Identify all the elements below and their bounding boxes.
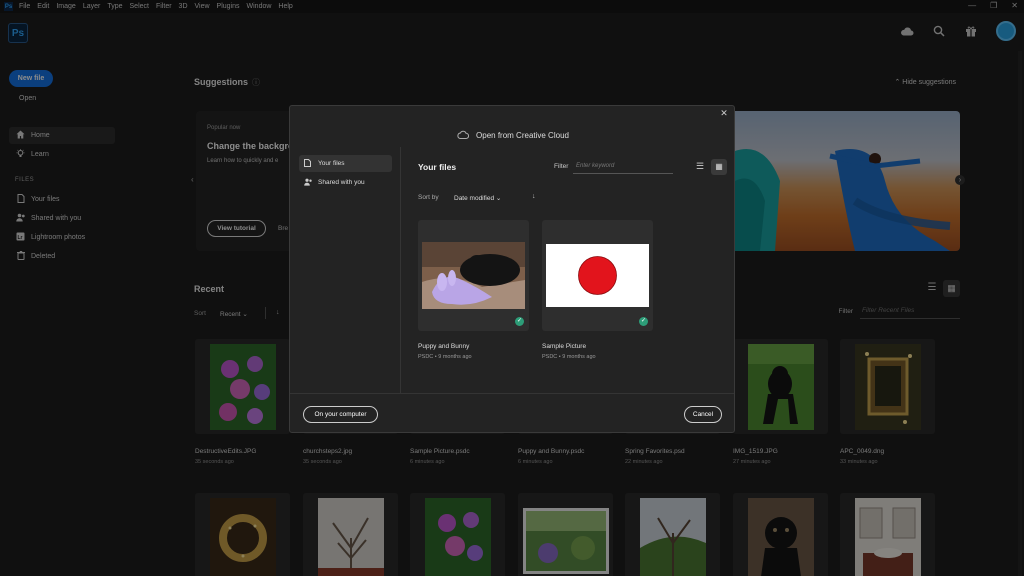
on-your-computer-button[interactable]: On your computer: [303, 406, 378, 423]
dialog-filter-input[interactable]: Enter keyword: [573, 159, 673, 174]
dialog-sort-dropdown[interactable]: Date modified ⌄: [454, 194, 501, 202]
sort-direction-icon[interactable]: ↓: [532, 193, 536, 200]
cancel-button[interactable]: Cancel: [684, 406, 722, 423]
dialog-nav: Your files Shared with you: [290, 147, 401, 393]
cloud-file-thumbnail: [546, 244, 649, 307]
photoshop-window: Ps File Edit Image Layer Type Select Fil…: [0, 0, 1024, 576]
dialog-nav-shared[interactable]: Shared with you: [299, 174, 392, 191]
cloud-file-name: Puppy and Bunny: [418, 343, 470, 350]
cloud-file-name: Sample Picture: [542, 343, 587, 350]
cloud-file-meta: PSDC • 9 months ago: [542, 354, 596, 360]
people-icon: [304, 178, 313, 188]
cloud-file-tile[interactable]: ✓: [542, 220, 653, 331]
grid-view-icon[interactable]: ▦: [711, 159, 727, 175]
open-from-cc-dialog: ✕ Open from Creative Cloud Your files Sh…: [289, 105, 735, 433]
chevron-down-icon: ⌄: [495, 195, 502, 202]
cloud-file-tile[interactable]: ✓: [418, 220, 529, 331]
synced-check-icon: ✓: [639, 317, 648, 326]
dialog-filter-label: Filter: [554, 163, 569, 170]
close-icon[interactable]: ✕: [719, 108, 729, 118]
dialog-title: Open from Creative Cloud: [290, 123, 734, 147]
file-icon: [304, 158, 313, 169]
dialog-title-text: Open from Creative Cloud: [476, 130, 569, 140]
creative-cloud-icon: [457, 130, 470, 141]
dialog-content: Your files Filter Enter keyword ☰ ▦ Sort…: [401, 147, 734, 393]
dialog-heading: Your files: [418, 162, 457, 172]
dialog-nav-your-files[interactable]: Your files: [299, 155, 392, 172]
cloud-file-meta: PSDC • 9 months ago: [418, 354, 472, 360]
list-view-icon[interactable]: ☰: [693, 161, 707, 175]
dialog-sort-label: Sort by: [418, 194, 439, 201]
dialog-footer: On your computer Cancel: [290, 393, 734, 432]
cloud-file-thumbnail: [422, 242, 525, 309]
synced-check-icon: ✓: [515, 317, 524, 326]
